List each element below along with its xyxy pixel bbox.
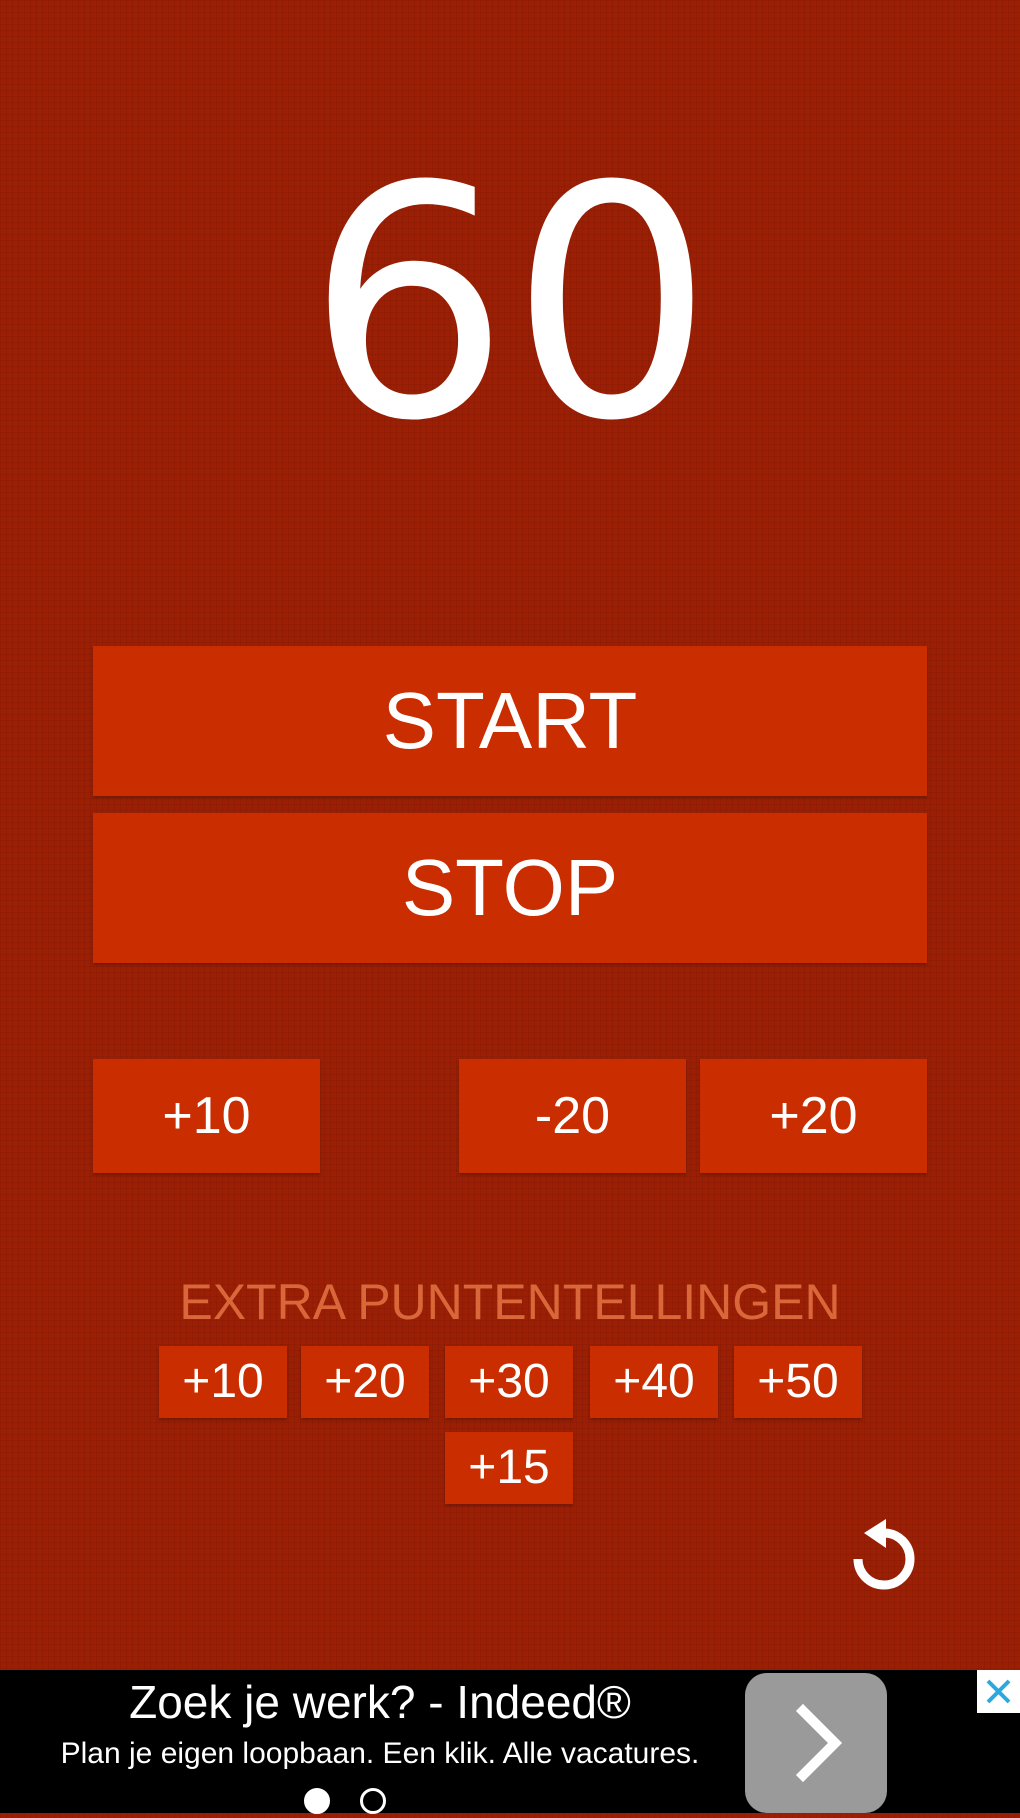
- extra-plus-30-button[interactable]: +30: [445, 1346, 573, 1418]
- ad-title: Zoek je werk? - Indeed®: [129, 1676, 631, 1728]
- minus-20-button[interactable]: -20: [459, 1059, 686, 1173]
- extra-plus-20-button[interactable]: +20: [301, 1346, 429, 1418]
- close-icon: [986, 1679, 1011, 1704]
- ad-page-dot-active[interactable]: [304, 1788, 330, 1814]
- score-display: 60: [306, 119, 714, 491]
- ad-page-dot[interactable]: [360, 1788, 386, 1814]
- ad-banner[interactable]: Zoek je werk? - Indeed® Plan je eigen lo…: [0, 1670, 1020, 1814]
- chevron-right-icon: [795, 1703, 843, 1783]
- extra-plus-15-button[interactable]: +15: [445, 1432, 573, 1504]
- extra-plus-40-button[interactable]: +40: [590, 1346, 718, 1418]
- ad-open-button[interactable]: [745, 1673, 887, 1813]
- reset-icon: [853, 1519, 915, 1590]
- ad-close-button[interactable]: [977, 1670, 1020, 1713]
- extra-plus-50-button[interactable]: +50: [734, 1346, 862, 1418]
- stop-button[interactable]: STOP: [93, 813, 927, 963]
- plus-20-button[interactable]: +20: [700, 1059, 927, 1173]
- ad-text: Plan je eigen loopbaan. Een klik. Alle v…: [60, 1737, 700, 1770]
- start-button[interactable]: START: [93, 646, 927, 796]
- extra-plus-10-button[interactable]: +10: [159, 1346, 287, 1418]
- plus-10-button[interactable]: +10: [93, 1059, 320, 1173]
- extra-scores-title: EXTRA PUNTENTELLINGEN: [179, 1274, 841, 1330]
- reset-button[interactable]: [842, 1515, 926, 1599]
